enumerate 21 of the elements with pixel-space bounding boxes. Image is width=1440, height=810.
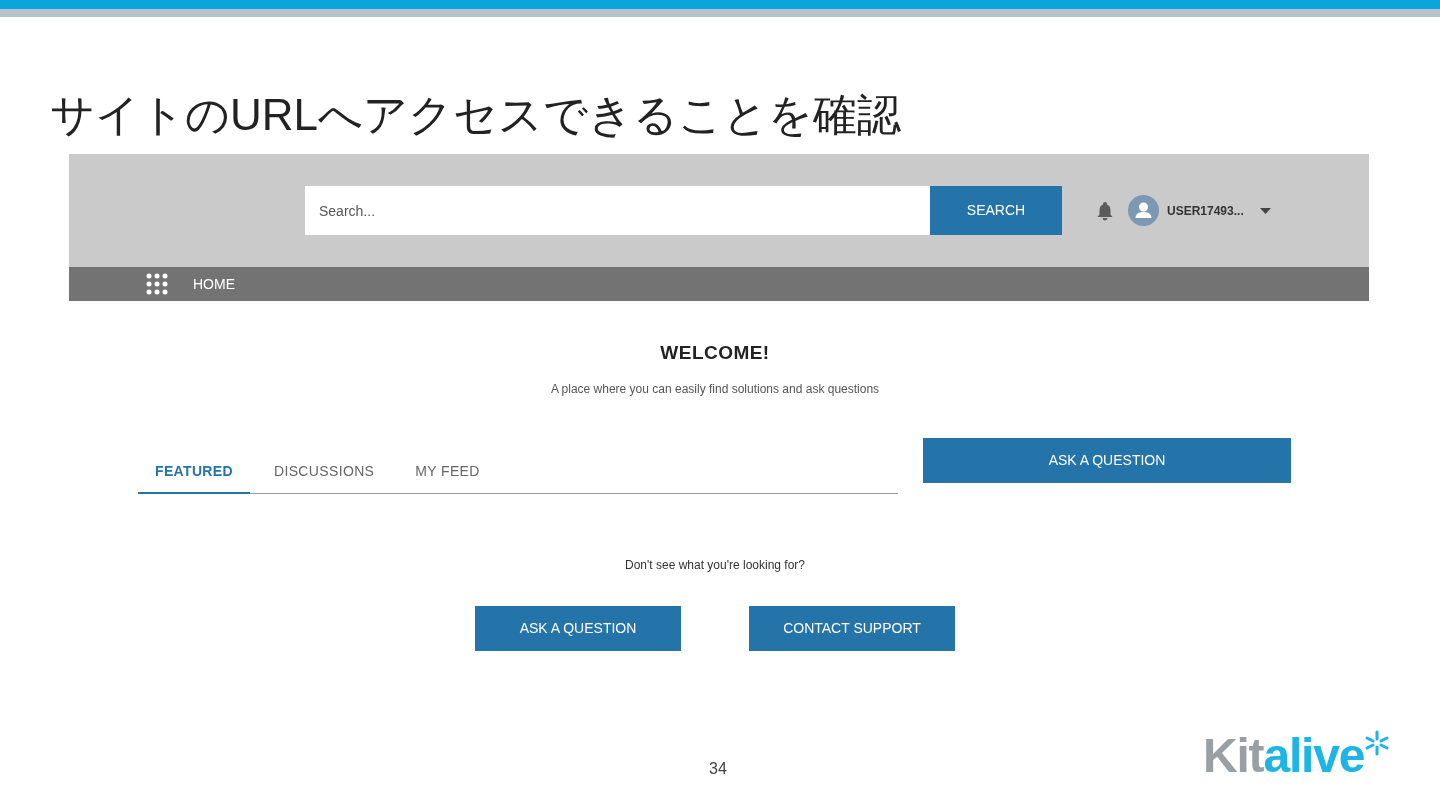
asterisk-icon [1364, 730, 1391, 756]
app-launcher-icon[interactable] [146, 273, 168, 295]
ask-question-button[interactable]: ASK A QUESTION [475, 605, 681, 651]
dropdown-caret-icon[interactable] [1259, 207, 1271, 214]
help-prompt: Don't see what you're looking for? [625, 556, 805, 574]
tab[interactable]: DISCUSSIONS [257, 458, 392, 494]
slide-title: サイトのURLへアクセスできることを確認 [50, 89, 902, 141]
search-button[interactable]: SEARCH [930, 186, 1062, 235]
contact-support-button[interactable]: CONTACT SUPPORT [749, 605, 955, 651]
nav-link[interactable]: HOME [193, 273, 235, 295]
logo-text: Kitalive [1203, 728, 1365, 784]
avatar-icon[interactable] [1128, 195, 1159, 226]
ask-question-button[interactable]: ASK A QUESTION [923, 437, 1291, 483]
tab[interactable]: MY FEED [398, 458, 497, 494]
search-field[interactable]: Search... [305, 186, 930, 235]
welcome-heading: WELCOME! [660, 341, 770, 365]
tab[interactable]: FEATURED [138, 458, 250, 494]
notification-bell-icon[interactable] [1096, 200, 1114, 221]
page-number: 34 [709, 759, 727, 779]
user-name[interactable]: USER17493... [1167, 201, 1244, 220]
welcome-subtitle: A place where you can easily find solutions and ask questions [550, 380, 880, 398]
